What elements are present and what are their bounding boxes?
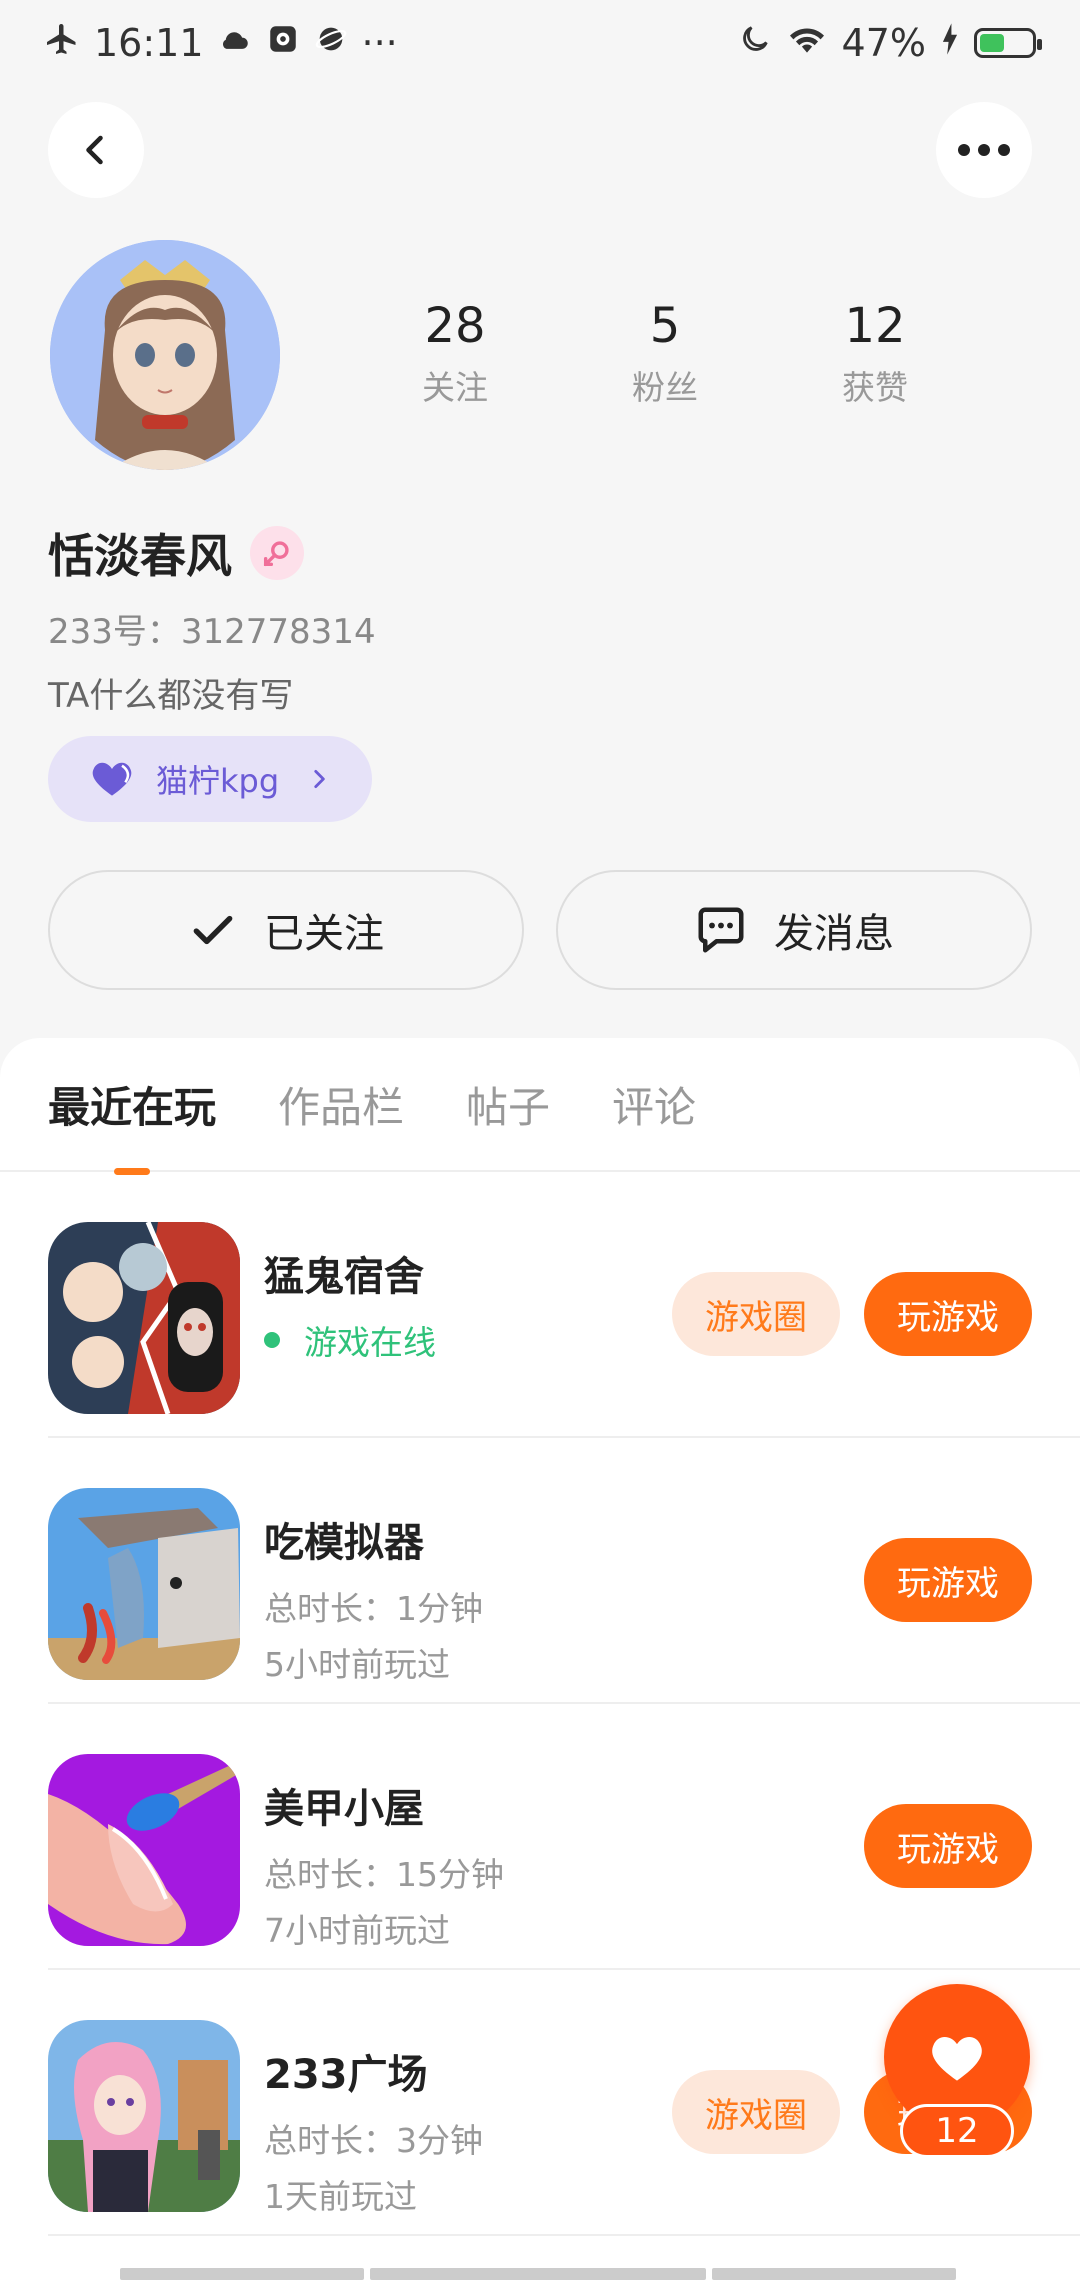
chat-bubble-icon: [698, 907, 744, 953]
fans-count: 5: [649, 298, 681, 354]
status-time: 16:11: [94, 21, 204, 65]
game-info: 美甲小屋 总时长：15分钟 7小时前玩过: [264, 1776, 504, 1952]
user-bio: TA什么都没有写: [48, 676, 294, 716]
fans-label: 粉丝: [632, 367, 698, 407]
stat-following[interactable]: 28 关注: [350, 300, 560, 409]
likes-count: 12: [844, 298, 906, 354]
checkmark-icon: [193, 915, 233, 945]
game-title: 猛鬼宿舍: [264, 1254, 424, 1300]
status-right: 47%: [738, 21, 1042, 65]
profile-stats: 28 关注 5 粉丝 12 获赞: [350, 300, 980, 409]
purple-heart-icon: [92, 762, 132, 796]
game-circle-button[interactable]: 游戏圈: [672, 2070, 840, 2154]
group-tag[interactable]: 猫柠kpg: [48, 736, 372, 822]
last-played: 5小时前玩过: [264, 1645, 450, 1684]
play-duration: 总时长：3分钟: [264, 2121, 483, 2160]
status-bar: 16:11 ··· 47%: [0, 0, 1080, 86]
game-title: 吃模拟器: [264, 1520, 424, 1566]
game-row[interactable]: 猛鬼宿舍 游戏在线 游戏圈 玩游戏: [48, 1172, 1080, 1438]
planet-icon: [314, 21, 348, 65]
user-avatar[interactable]: [50, 240, 280, 470]
tab-comments[interactable]: 评论: [612, 1074, 696, 1135]
play-game-button[interactable]: 玩游戏: [864, 1804, 1032, 1888]
status-left: 16:11 ···: [44, 21, 398, 66]
tab-posts[interactable]: 帖子: [466, 1074, 550, 1135]
battery-percent: 47%: [841, 21, 926, 65]
battery-icon: [974, 28, 1042, 58]
airplane-icon: [44, 21, 80, 66]
game-title: 233广场: [264, 2052, 428, 2098]
more-notifications-icon: ···: [361, 21, 398, 65]
last-played: 7小时前玩过: [264, 1911, 450, 1950]
play-duration: 总时长：15分钟: [264, 1855, 504, 1894]
online-status: 游戏在线: [264, 1316, 436, 1364]
followed-button[interactable]: 已关注: [48, 870, 524, 990]
following-count: 28: [424, 298, 486, 354]
group-tag-label: 猫柠kpg: [156, 762, 280, 800]
more-dots-icon: [958, 144, 1010, 156]
moon-icon: [738, 21, 772, 65]
wifi-icon: [786, 21, 828, 65]
online-dot-icon: [264, 1332, 280, 1348]
stat-likes[interactable]: 12 获赞: [770, 300, 980, 409]
message-label: 发消息: [774, 911, 894, 957]
heart-icon: [932, 2037, 982, 2081]
followed-label: 已关注: [264, 911, 384, 957]
tab-works[interactable]: 作品栏: [278, 1074, 404, 1135]
following-label: 关注: [422, 367, 488, 407]
like-count-badge: 12: [900, 2104, 1014, 2158]
game-icon-233-plaza[interactable]: [48, 2020, 240, 2212]
chevron-right-icon: [314, 770, 325, 788]
tab-recently-played[interactable]: 最近在玩: [48, 1074, 216, 1135]
more-options-button[interactable]: [936, 102, 1032, 198]
user-id: 233号：312778314: [48, 612, 376, 652]
game-info: 233广场 总时长：3分钟 1天前玩过: [264, 2042, 483, 2218]
bottom-indicator: [120, 2268, 956, 2280]
send-message-button[interactable]: 发消息: [556, 870, 1032, 990]
last-played: 1天前玩过: [264, 2177, 417, 2216]
username: 恬淡春风: [48, 529, 232, 583]
likes-label: 获赞: [842, 367, 908, 407]
username-row: 恬淡春风: [48, 520, 304, 586]
back-button[interactable]: [48, 102, 144, 198]
media-icon: [266, 21, 300, 65]
game-row[interactable]: 美甲小屋 总时长：15分钟 7小时前玩过 玩游戏: [48, 1704, 1080, 1970]
cloud-icon: [218, 21, 252, 65]
tab-bar: 最近在玩 作品栏 帖子 评论: [0, 1038, 1080, 1172]
play-game-button[interactable]: 玩游戏: [864, 1272, 1032, 1356]
battery-level: [980, 34, 1004, 52]
game-circle-button[interactable]: 游戏圈: [672, 1272, 840, 1356]
play-duration: 总时长：1分钟: [264, 1589, 483, 1628]
game-info: 猛鬼宿舍 游戏在线: [264, 1244, 436, 1364]
play-game-button[interactable]: 玩游戏: [864, 1538, 1032, 1622]
stat-fans[interactable]: 5 粉丝: [560, 300, 770, 409]
game-row[interactable]: 吃模拟器 总时长：1分钟 5小时前玩过 玩游戏: [48, 1438, 1080, 1704]
game-icon-nail-salon[interactable]: [48, 1754, 240, 1946]
game-title: 美甲小屋: [264, 1786, 424, 1832]
online-label: 游戏在线: [304, 1323, 436, 1362]
charging-icon: [940, 21, 960, 65]
game-icon-eating-simulator[interactable]: [48, 1488, 240, 1680]
back-arrow-icon: [86, 135, 103, 165]
game-info: 吃模拟器 总时长：1分钟 5小时前玩过: [264, 1510, 483, 1686]
game-icon-ghost-dorm[interactable]: [48, 1222, 240, 1414]
female-gender-icon: [250, 526, 304, 580]
